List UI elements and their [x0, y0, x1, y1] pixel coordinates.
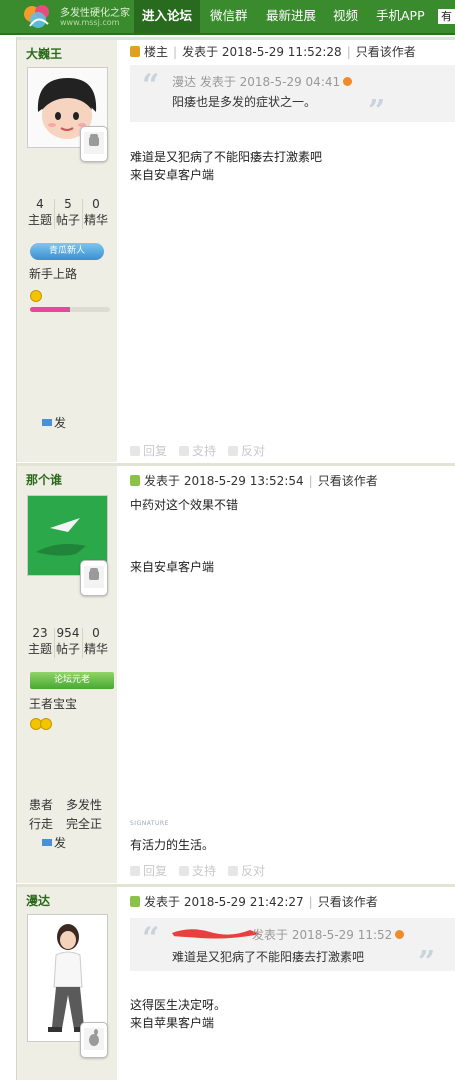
reply-icon — [130, 446, 140, 456]
profile-field-value: 多发性 — [66, 798, 103, 812]
support-button[interactable]: 支持 — [179, 864, 216, 878]
post-content-line: 这得医生决定呀。 — [130, 998, 227, 1012]
stat-threads[interactable]: 23 主题 — [26, 626, 54, 657]
author-name[interactable]: 大巍王 — [26, 45, 62, 62]
redaction-scribble — [172, 929, 260, 939]
floor-owner-icon — [130, 46, 140, 57]
quote-block: “ 发表于 2018-5-29 11:52 难道是又犯病了不能阳痿去打激素吧 ” — [130, 918, 455, 978]
jump-to-post-icon[interactable] — [395, 930, 405, 939]
post-time: 发表于 2018-5-29 11:52:28 — [182, 45, 342, 59]
level-progress-fill — [30, 307, 70, 312]
stat-digest[interactable]: 0 精华 — [82, 626, 110, 657]
signature-text: 有活力的生活。 — [130, 838, 215, 852]
author-stats: 4 主题 5 帖子 0 精华 — [26, 197, 110, 233]
send-message-link[interactable]: 发 — [42, 834, 66, 851]
stat-posts[interactable]: 5 帖子 — [54, 197, 82, 228]
post-1: 大巍王 4 主题 5 帖子 0 精华 青瓜新人 新手上路 发 楼主 | 发表于 … — [0, 37, 455, 462]
android-device-icon — [80, 126, 108, 162]
nav-wechat-group[interactable]: 微信群 — [202, 0, 256, 33]
medal-icon — [40, 718, 52, 730]
user-group-name[interactable]: 王者宝宝 — [29, 695, 77, 712]
quote-header: 发表于 2018-5-29 11:52 — [252, 926, 405, 943]
post-time: 发表于 2018-5-29 13:52:54 — [144, 474, 304, 488]
quote-text: 阳痿也是多发的症状之一。 — [172, 95, 317, 109]
reply-button[interactable]: 回复 — [130, 864, 167, 878]
profile-field-label: 行走 — [29, 817, 54, 831]
post-actions: 回复 支持 反对 — [130, 862, 277, 879]
post-divider — [17, 884, 455, 887]
logo-icon — [24, 5, 49, 28]
nav-mobile-app[interactable]: 手机APP — [368, 0, 433, 33]
stat-digest[interactable]: 0 精华 — [82, 197, 110, 228]
apple-device-icon — [80, 1022, 108, 1058]
site-logo[interactable]: 多发性硬化之家 www.mssj.com — [0, 0, 132, 33]
post-meta: 发表于 2018-5-29 13:52:54 | 只看该作者 — [130, 472, 378, 489]
nav-video[interactable]: 视频 — [325, 0, 366, 33]
author-only-link[interactable]: 只看该作者 — [356, 45, 416, 59]
thumb-down-icon — [228, 446, 239, 456]
user-group-name[interactable]: 新手上路 — [29, 265, 77, 282]
quote-close-icon: ” — [368, 94, 386, 129]
level-progress-bar — [30, 307, 110, 312]
envelope-icon — [42, 419, 52, 426]
client-source: 来自安卓客户端 — [130, 168, 215, 182]
post-meta: 楼主 | 发表于 2018-5-29 11:52:28 | 只看该作者 — [130, 43, 416, 60]
android-device-icon — [80, 560, 108, 596]
post-meta: 发表于 2018-5-29 21:42:27 | 只看该作者 — [130, 893, 378, 910]
post-icon — [130, 896, 140, 907]
nav-latest-progress[interactable]: 最新进展 — [258, 0, 324, 33]
thumb-up-icon — [179, 446, 190, 456]
client-source: 来自安卓客户端 — [130, 560, 215, 574]
post-2: 那个谁 23主题 954帖子 0精华 论坛元老 王者宝宝 患者 多发性 行 — [0, 463, 455, 883]
group-badge-text: 论坛元老 — [53, 675, 90, 685]
post-icon — [130, 475, 140, 486]
jump-to-post-icon[interactable] — [343, 77, 353, 86]
group-badge-text: 青瓜新人 — [48, 246, 85, 256]
profile-field-label: 患者 — [29, 798, 54, 812]
logo-url: www.mssj.com — [60, 18, 120, 27]
quote-open-icon: “ — [142, 921, 160, 956]
send-message-link[interactable]: 发 — [42, 414, 66, 431]
group-badge: 论坛元老 — [30, 672, 114, 689]
quote-close-icon: ” — [418, 945, 436, 980]
stat-posts[interactable]: 954 帖子 — [54, 626, 82, 657]
oppose-button[interactable]: 反对 — [228, 864, 265, 878]
quote-open-icon: “ — [142, 68, 160, 103]
client-source: 来自苹果客户端 — [130, 1016, 215, 1030]
envelope-icon — [42, 839, 52, 846]
post-actions: 回复 支持 反对 — [130, 442, 277, 459]
post-3: 漫达 发表于 2018-5-29 21:42:27 | 只看该作者 “ 发表于 20… — [0, 884, 455, 1080]
thumb-down-icon — [228, 866, 239, 876]
signature-label: SIGNATURE — [130, 820, 169, 827]
author-only-link[interactable]: 只看该作者 — [318, 474, 378, 488]
author-only-link[interactable]: 只看该作者 — [318, 895, 378, 909]
post-content-line: 难道是又犯病了不能阳痿去打激素吧 — [130, 150, 323, 164]
post-body — [117, 884, 455, 1080]
group-badge: 青瓜新人 — [30, 243, 104, 260]
quote-header: 漫达 发表于 2018-5-29 04:41 — [172, 73, 353, 90]
quote-block: “ 漫达 发表于 2018-5-29 04:41 阳痿也是多发的症状之一。 ” — [130, 65, 455, 127]
oppose-button[interactable]: 反对 — [228, 444, 265, 458]
profile-field-value: 完全正 — [66, 817, 103, 831]
floor-label: 楼主 — [144, 45, 169, 59]
author-name[interactable]: 漫达 — [26, 892, 50, 909]
author-name[interactable]: 那个谁 — [26, 471, 62, 488]
post-divider — [17, 463, 455, 466]
reply-icon — [130, 866, 140, 876]
nav-overflow[interactable]: 有 — [438, 9, 455, 24]
post-content-line: 中药对这个效果不错 — [130, 498, 239, 512]
post-divider — [17, 37, 455, 40]
thumb-up-icon — [179, 866, 190, 876]
quote-text: 难道是又犯病了不能阳痿去打激素吧 — [172, 950, 365, 964]
author-stats: 23 主题 954 帖子 0 精华 — [26, 626, 110, 662]
nav-forum[interactable]: 进入论坛 — [134, 0, 201, 33]
logo-title: 多发性硬化之家 — [60, 8, 130, 19]
support-button[interactable]: 支持 — [179, 444, 216, 458]
reply-button[interactable]: 回复 — [130, 444, 167, 458]
stat-threads[interactable]: 4 主题 — [26, 197, 54, 228]
star-icon — [30, 290, 42, 302]
top-navbar: 多发性硬化之家 www.mssj.com 进入论坛 微信群 最新进展 视频 手机… — [0, 0, 455, 35]
post-time: 发表于 2018-5-29 21:42:27 — [144, 895, 304, 909]
